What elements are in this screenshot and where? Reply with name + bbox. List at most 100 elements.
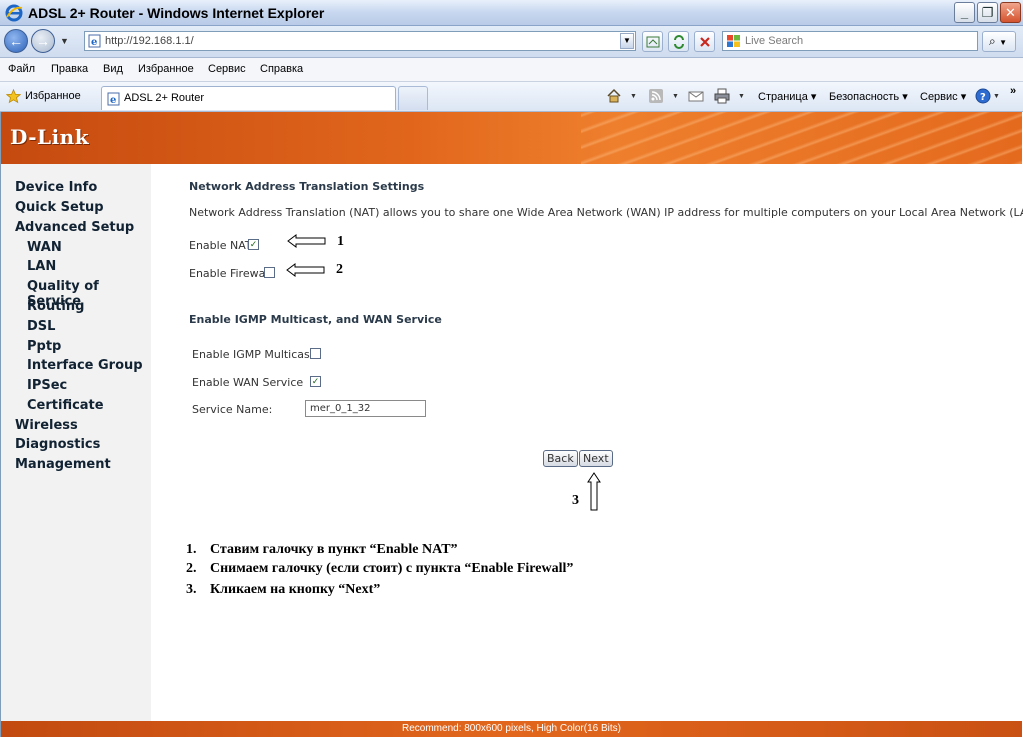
stop-icon xyxy=(699,37,710,47)
menu-file[interactable]: Файл xyxy=(8,63,35,75)
service-name-input[interactable] xyxy=(305,400,426,417)
window-title: ADSL 2+ Router - Windows Internet Explor… xyxy=(28,5,325,21)
instruction-number: 2. xyxy=(186,561,197,576)
compatibility-view-button[interactable] xyxy=(642,31,663,52)
security-menu[interactable]: Безопасность ▾ xyxy=(829,90,908,103)
instruction-text: Кликаем на кнопку “Next” xyxy=(210,582,381,597)
home-icon[interactable] xyxy=(606,88,622,104)
enable-wan-service-label: Enable WAN Service xyxy=(192,376,304,389)
chevron-down-icon: ▼ xyxy=(623,36,631,45)
sidebar-item-device-info[interactable]: Device Info xyxy=(15,180,97,195)
service-name-label: Service Name: xyxy=(192,403,273,416)
arrow-left-annotation-icon xyxy=(286,263,325,277)
enable-igmp-checkbox[interactable] xyxy=(310,348,321,359)
back-button[interactable]: Back xyxy=(543,450,578,467)
instruction-text: Снимаем галочку (если стоит) с пункта “E… xyxy=(210,561,574,576)
annotation-number-1: 1 xyxy=(337,234,344,249)
chevron-down-icon: ▼ xyxy=(999,38,1007,47)
tools-menu[interactable]: Сервис ▾ xyxy=(920,90,966,103)
sidebar-item-pptp[interactable]: Pptp xyxy=(27,339,61,354)
back-nav-button[interactable]: ← xyxy=(4,29,28,53)
sidebar-item-advanced-setup[interactable]: Advanced Setup xyxy=(15,220,134,235)
print-icon[interactable] xyxy=(714,88,730,104)
help-icon[interactable]: ? xyxy=(975,88,991,104)
minimize-button[interactable]: _ xyxy=(954,2,975,23)
menu-tools[interactable]: Сервис xyxy=(208,63,246,75)
menu-view[interactable]: Вид xyxy=(103,63,123,75)
url-input[interactable] xyxy=(105,33,610,49)
svg-text:e: e xyxy=(91,37,97,48)
instruction-text: Ставим галочку в пункт “Enable NAT” xyxy=(210,542,458,557)
chevron-down-icon[interactable]: ▼ xyxy=(738,93,745,100)
footer-text: Recommend: 800x600 pixels, High Color(16… xyxy=(402,723,621,734)
favorites-label[interactable]: Избранное xyxy=(25,90,81,102)
annotation-number-2: 2 xyxy=(336,262,343,277)
next-button[interactable]: Next xyxy=(579,450,613,467)
nat-description: Network Address Translation (NAT) allows… xyxy=(189,206,1023,219)
instruction-3: 3. Кликаем на кнопку “Next” xyxy=(186,582,380,598)
instruction-number: 3. xyxy=(186,582,197,597)
menu-favorites[interactable]: Избранное xyxy=(138,63,194,75)
sidebar-item-quick-setup[interactable]: Quick Setup xyxy=(15,200,104,215)
svg-text:e: e xyxy=(110,95,116,106)
sidebar-item-lan[interactable]: LAN xyxy=(27,259,56,274)
dlink-logo: D-Link xyxy=(10,125,90,149)
rss-feeds-icon[interactable] xyxy=(648,88,664,104)
sidebar-item-wan[interactable]: WAN xyxy=(27,240,62,255)
address-toolbar: ← → ▼ e ▼ ⌕ ▼ xyxy=(0,26,1023,58)
menu-help[interactable]: Справка xyxy=(260,63,303,75)
search-input[interactable] xyxy=(745,33,970,49)
new-tab-button[interactable] xyxy=(398,86,428,110)
enable-igmp-label: Enable IGMP Multicast xyxy=(192,348,315,361)
sidebar-item-ipsec[interactable]: IPSec xyxy=(27,378,67,393)
sidebar-item-management[interactable]: Management xyxy=(15,457,111,472)
arrow-up-annotation-icon xyxy=(587,472,601,511)
stop-button[interactable] xyxy=(694,31,715,52)
page-viewport: D-Link Device Info Quick Setup Advanced … xyxy=(0,112,1023,737)
sidebar-item-interface-group[interactable]: Interface Group xyxy=(27,358,143,373)
forward-nav-button[interactable]: → xyxy=(31,29,55,53)
sidebar-item-diagnostics[interactable]: Diagnostics xyxy=(15,437,100,452)
close-button[interactable]: ✕ xyxy=(1000,2,1021,23)
favorites-star-icon[interactable] xyxy=(6,89,21,104)
sidebar-item-wireless[interactable]: Wireless xyxy=(15,418,78,433)
sidebar-item-certificate[interactable]: Certificate xyxy=(27,398,104,413)
magnifier-icon: ⌕ xyxy=(989,34,996,48)
chevron-down-icon[interactable]: ▼ xyxy=(993,93,1000,100)
enable-firewall-label: Enable Firewall xyxy=(189,267,272,280)
url-dropdown-button[interactable]: ▼ xyxy=(620,33,634,49)
browser-tab[interactable]: e ADSL 2+ Router xyxy=(101,86,396,110)
main-panel: Network Address Translation Settings Net… xyxy=(151,164,1023,721)
favorites-bar: Избранное e ADSL 2+ Router ▼ ▼ ▼ Страниц… xyxy=(0,82,1023,112)
refresh-button[interactable] xyxy=(668,31,689,52)
maximize-button[interactable]: ❐ xyxy=(977,2,998,23)
window-titlebar: ADSL 2+ Router - Windows Internet Explor… xyxy=(0,0,1023,26)
chevron-down-icon[interactable]: ▼ xyxy=(630,93,637,100)
enable-wan-service-checkbox[interactable]: ✓ xyxy=(310,376,321,387)
enable-firewall-checkbox[interactable] xyxy=(264,267,275,278)
sidebar-item-routing[interactable]: Routing xyxy=(27,299,84,314)
enable-nat-checkbox[interactable]: ✓ xyxy=(248,239,259,250)
instruction-1: 1. Ставим галочку в пункт “Enable NAT” xyxy=(186,542,458,558)
more-commands-button[interactable]: » xyxy=(1010,85,1016,97)
footer-bar: Recommend: 800x600 pixels, High Color(16… xyxy=(1,721,1022,737)
page-icon: e xyxy=(88,34,101,48)
live-search-icon xyxy=(727,35,740,47)
sidebar-nav: Device Info Quick Setup Advanced Setup W… xyxy=(1,164,151,721)
mail-icon[interactable] xyxy=(688,88,704,104)
page-menu[interactable]: Страница ▾ xyxy=(758,90,816,103)
chevron-down-icon[interactable]: ▼ xyxy=(672,93,679,100)
sidebar-item-dsl[interactable]: DSL xyxy=(27,319,55,334)
enable-nat-label: Enable NAT xyxy=(189,239,252,252)
refresh-icon xyxy=(673,35,684,49)
menu-edit[interactable]: Правка xyxy=(51,63,88,75)
address-box[interactable]: e ▼ xyxy=(84,31,636,51)
search-go-button[interactable]: ⌕ ▼ xyxy=(982,31,1016,52)
arrow-left-icon: ← xyxy=(9,33,23,49)
search-box[interactable] xyxy=(722,31,978,51)
dlink-banner: D-Link xyxy=(1,112,1022,164)
instruction-number: 1. xyxy=(186,542,197,557)
history-dropdown-icon[interactable]: ▼ xyxy=(60,36,69,46)
tab-label: ADSL 2+ Router xyxy=(124,92,204,104)
menu-bar: Файл Правка Вид Избранное Сервис Справка xyxy=(0,58,1023,82)
